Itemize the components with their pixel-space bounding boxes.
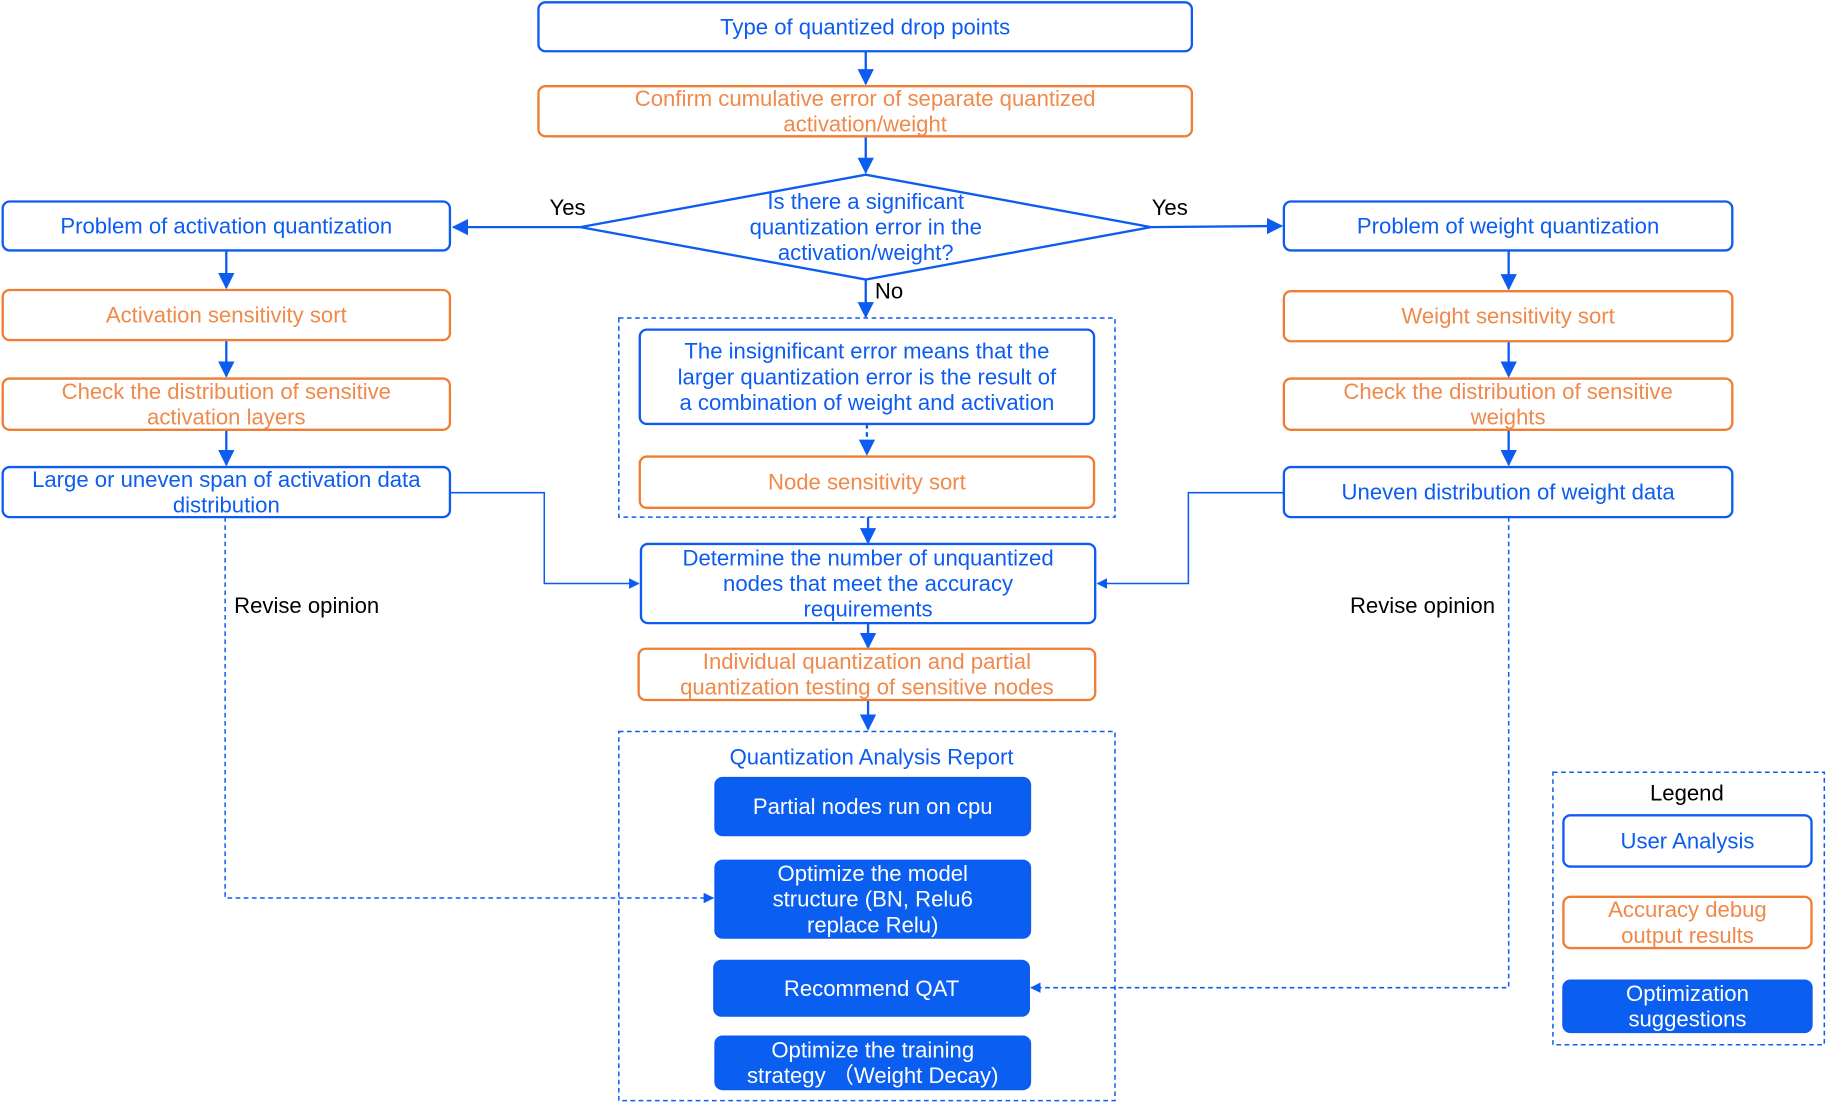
node-text: Large or uneven span of activation data — [32, 467, 421, 492]
node-training: Optimize the trainingstrategy （Weight De… — [714, 1035, 1032, 1091]
node-text: Check the distribution of sensitive — [62, 379, 391, 404]
node-text: Confirm cumulative error of separate qua… — [635, 86, 1096, 111]
node-text: requirements — [804, 597, 933, 622]
node-text: Partial nodes run on cpu — [753, 794, 993, 819]
node-w-sort: Weight sensitivity sort — [1282, 290, 1734, 343]
node-text: structure (BN, Relu6 — [773, 887, 973, 912]
node-legend-user: User Analysis — [1562, 814, 1813, 868]
connector-arrow — [1151, 217, 1284, 235]
node-text: Recommend QAT — [784, 976, 959, 1001]
node-text: Type of quantized drop points — [720, 14, 1010, 39]
label-report-title: Quantization Analysis Report — [730, 745, 1014, 770]
node-text: User Analysis — [1620, 828, 1754, 853]
node-legend-debug: Accuracy debugoutput results — [1562, 895, 1813, 950]
label-revise-right: Revise opinion — [1350, 593, 1495, 618]
node-cpu: Partial nodes run on cpu — [714, 776, 1032, 837]
node-text: replace Relu) — [807, 912, 939, 937]
label-yes-left: Yes — [550, 195, 586, 220]
label-revise-left: Revise opinion — [234, 593, 379, 618]
node-text: larger quantization error is the result … — [678, 364, 1057, 389]
label-yes-right: Yes — [1152, 195, 1188, 220]
node-text: Problem of weight quantization — [1357, 213, 1659, 238]
quantization-flowchart: Type of quantized drop points Confirm cum… — [1, 1, 1826, 1102]
node-text: activation layers — [147, 404, 306, 429]
node-text: Optimize the model — [778, 861, 968, 886]
node-insignificant: The insignificant error means that thela… — [638, 328, 1096, 426]
connector-arrow — [1030, 517, 1510, 993]
node-text: Node sensitivity sort — [768, 470, 966, 495]
connector-arrow — [449, 491, 640, 589]
node-act-sort: Activation sensitivity sort — [1, 288, 452, 342]
node-act-problem: Problem of activation quantization — [1, 200, 452, 252]
node-determine: Determine the number of unquantizednodes… — [639, 542, 1097, 625]
node-text: distribution — [173, 492, 280, 517]
node-node-sort: Node sensitivity sort — [638, 455, 1096, 509]
node-text: Is there a significant — [767, 189, 964, 214]
node-text: nodes that meet the accuracy — [723, 571, 1014, 596]
node-text: activation/weight — [783, 112, 946, 137]
node-text: output results — [1621, 923, 1754, 948]
node-text: activation/weight? — [778, 240, 954, 265]
node-text: Activation sensitivity sort — [106, 303, 347, 328]
node-text: quantization error in the — [750, 215, 982, 240]
node-text: strategy （Weight Decay) — [747, 1063, 998, 1088]
node-w-problem: Problem of weight quantization — [1282, 200, 1734, 252]
connector-arrow — [1096, 491, 1284, 589]
node-text: quantization testing of sensitive nodes — [680, 675, 1054, 700]
node-confirm-error: Confirm cumulative error of separate qua… — [537, 85, 1194, 138]
node-text: Weight sensitivity sort — [1401, 304, 1614, 329]
node-type-drop: Type of quantized drop points — [537, 1, 1194, 53]
node-text: Check the distribution of sensitive — [1343, 379, 1672, 404]
node-text: Optimize the training — [771, 1038, 974, 1063]
node-text: a combination of weight and activation — [679, 390, 1054, 415]
node-act-check: Check the distribution of sensitiveactiv… — [1, 377, 452, 431]
node-text: Individual quantization and partial — [703, 649, 1031, 674]
node-text: suggestions — [1628, 1007, 1746, 1032]
node-text: weights — [1470, 404, 1546, 429]
label-legend-title: Legend — [1650, 781, 1724, 806]
label-no: No — [875, 279, 903, 304]
node-text: Optimization — [1626, 981, 1749, 1006]
node-act-span: Large or uneven span of activation datad… — [1, 465, 452, 519]
node-w-uneven: Uneven distribution of weight data — [1282, 465, 1734, 519]
node-decision: Is there a significantquantization error… — [580, 173, 1152, 281]
node-optimize-model: Optimize the modelstructure (BN, Relu6re… — [714, 859, 1032, 939]
node-text: Uneven distribution of weight data — [1342, 480, 1676, 505]
node-w-check: Check the distribution of sensitiveweigh… — [1282, 377, 1734, 431]
node-text: Accuracy debug — [1608, 897, 1767, 922]
node-text: The insignificant error means that the — [684, 339, 1049, 364]
node-text: Determine the number of unquantized — [682, 545, 1053, 570]
node-qat: Recommend QAT — [713, 959, 1030, 1017]
node-text: Problem of activation quantization — [60, 213, 392, 238]
node-individual: Individual quantization and partialquant… — [637, 647, 1097, 702]
node-legend-opt: Optimizationsuggestions — [1562, 979, 1813, 1034]
